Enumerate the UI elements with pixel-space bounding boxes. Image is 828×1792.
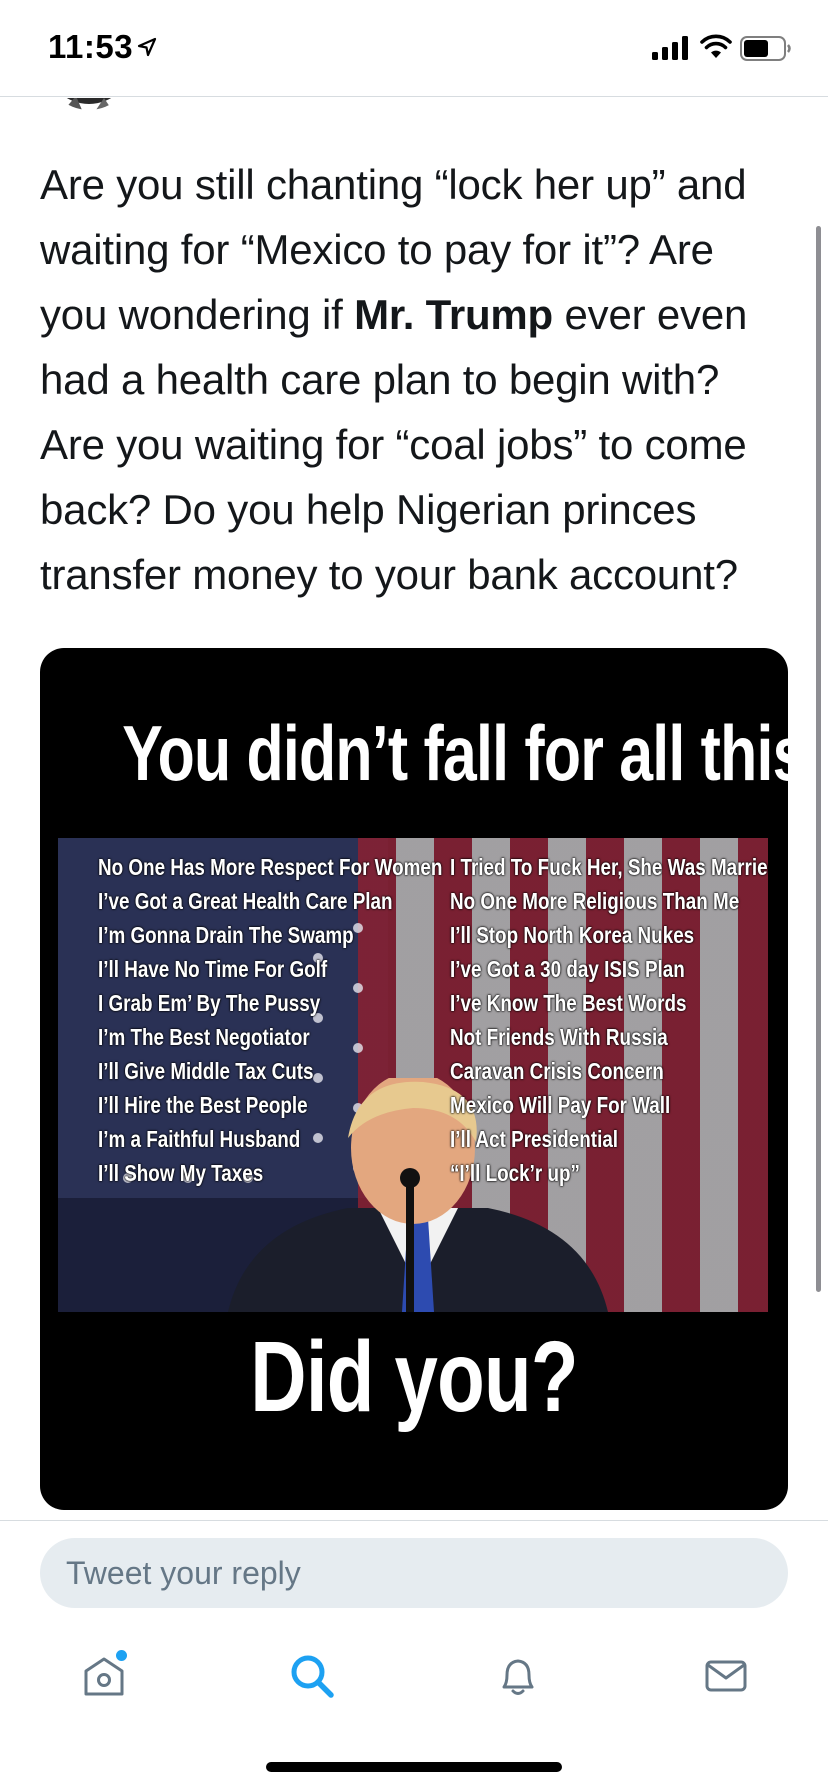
tab-search[interactable] bbox=[284, 1648, 340, 1704]
status-bar: 11:53 bbox=[0, 0, 828, 96]
tab-notifications[interactable] bbox=[490, 1648, 546, 1704]
meme-list-item: I’m Gonna Drain The Swamp bbox=[98, 922, 354, 948]
meme-list-item: I’ll Have No Time For Golf bbox=[98, 956, 328, 982]
new-content-dot bbox=[116, 1650, 127, 1661]
search-icon bbox=[291, 1655, 334, 1698]
tweet-media-image[interactable]: You didn’t fall for all this? No One Has… bbox=[40, 648, 788, 1510]
reply-divider bbox=[0, 1520, 828, 1521]
meme-list-item: I Grab Em’ By The Pussy bbox=[98, 990, 321, 1016]
meme-right-list: I Tried To Fuck Her, She Was Married No … bbox=[450, 850, 768, 1190]
meme-list-item: Not Friends With Russia bbox=[450, 1024, 668, 1050]
meme-list-item: No One More Religious Than Me bbox=[450, 888, 740, 914]
scrollbar[interactable] bbox=[816, 226, 821, 1292]
meme-footer: Did you? bbox=[250, 1321, 578, 1433]
meme-photo: No One Has More Respect For Women I’ve G… bbox=[58, 838, 768, 1312]
meme-list-item: I’ll Give Middle Tax Cuts bbox=[98, 1058, 314, 1084]
meme-list-item: I’m The Best Negotiator bbox=[98, 1024, 310, 1050]
meme-list-item: I’ll Act Presidential bbox=[450, 1126, 619, 1152]
location-arrow-icon bbox=[136, 36, 158, 63]
tab-messages[interactable] bbox=[698, 1648, 754, 1704]
meme-list-item: “I’ll Lock’r up” bbox=[450, 1160, 580, 1186]
mention-name: Mr. Trump bbox=[354, 291, 554, 338]
meme-list-item: I’ll Stop North Korea Nukes bbox=[450, 922, 695, 948]
tweet-text: Are you still chanting “lock her up” and… bbox=[40, 152, 792, 607]
header-divider bbox=[0, 96, 828, 97]
status-time: 11:53 bbox=[48, 28, 134, 65]
messages-envelope-icon bbox=[705, 1660, 747, 1692]
notifications-bell-icon bbox=[502, 1659, 534, 1695]
meme-list-item: I’m a Faithful Husband bbox=[98, 1126, 301, 1152]
home-indicator[interactable] bbox=[266, 1762, 562, 1772]
meme-list-item: I’ve Got a 30 day ISIS Plan bbox=[450, 956, 685, 982]
meme-list-item: Caravan Crisis Concern bbox=[450, 1058, 664, 1084]
tab-bar bbox=[0, 1620, 828, 1720]
cellular-signal-icon bbox=[652, 36, 690, 65]
meme-list-item: No One Has More Respect For Women bbox=[98, 854, 443, 880]
meme-list-item: I’ve Know The Best Words bbox=[450, 990, 687, 1016]
battery-icon bbox=[740, 36, 792, 67]
meme-list-item: I Tried To Fuck Her, She Was Married bbox=[450, 854, 768, 880]
meme-list-item: I’ve Got a Great Health Care Plan bbox=[98, 888, 393, 914]
meme-list-item: Mexico Will Pay For Wall bbox=[450, 1092, 671, 1118]
meme-list-item: I’ll Show My Taxes bbox=[98, 1160, 264, 1186]
meme-headline: You didn’t fall for all this? bbox=[122, 709, 788, 797]
tab-home[interactable] bbox=[76, 1648, 132, 1704]
meme-list-item: I’ll Hire the Best People bbox=[98, 1092, 308, 1118]
wifi-icon bbox=[700, 34, 732, 65]
tweet-reply-input[interactable] bbox=[40, 1538, 788, 1608]
